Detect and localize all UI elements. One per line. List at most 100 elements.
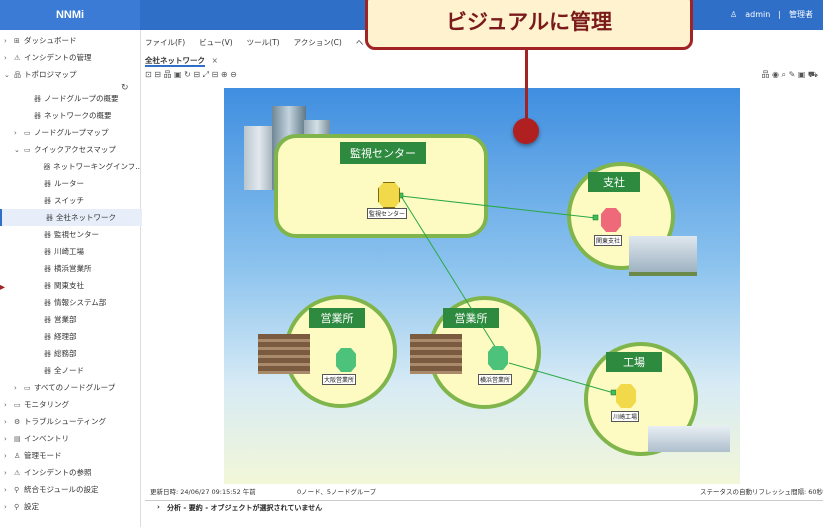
- analysis-pane[interactable]: › 分析 - 要約 - オブジェクトが選択されていません: [145, 500, 823, 515]
- sidebar-item[interactable]: 器全ノード: [0, 362, 140, 379]
- chevron-icon[interactable]: ›: [14, 129, 24, 137]
- sidebar-item[interactable]: › ▤ インベントリ: [0, 430, 140, 447]
- item-icon: 器: [44, 179, 51, 188]
- node-yokohama[interactable]: [488, 346, 508, 370]
- sidebar-item[interactable]: 器総務部: [0, 345, 140, 362]
- item-icon: 器: [43, 162, 51, 171]
- sidebar-item-label: ネットワーキングインフ..: [53, 162, 140, 171]
- sidebar-item-label: インベントリ: [24, 434, 69, 443]
- menu-action[interactable]: アクション(C): [294, 37, 342, 51]
- link-center-yokohama: [400, 195, 500, 354]
- sidebar-item[interactable]: 器営業部: [0, 311, 140, 328]
- role-label[interactable]: 管理者: [789, 9, 813, 20]
- sidebar-item-label: 経理部: [54, 332, 77, 341]
- chevron-icon[interactable]: ⌄: [14, 146, 24, 154]
- chevron-icon[interactable]: ›: [4, 503, 14, 511]
- sidebar-item[interactable]: › ▭ すべてのノードグループ: [0, 379, 140, 396]
- sidebar-item[interactable]: › ▭ モニタリング: [0, 396, 140, 413]
- chevron-icon[interactable]: ›: [4, 435, 14, 443]
- item-icon: ⚠: [14, 468, 21, 477]
- item-icon: 器: [46, 213, 53, 222]
- brand-logo: NNMi: [0, 0, 140, 30]
- item-icon: 器: [44, 366, 51, 375]
- sidebar-item[interactable]: ⌄ ▭ クイックアクセスマップ: [0, 141, 140, 158]
- topology-map-canvas[interactable]: 監視センター 支社 営業所 営業所 工場 監視センター 関東支社 大阪営業所 横…: [224, 88, 740, 484]
- tab-close-icon[interactable]: ×: [212, 56, 218, 65]
- sidebar-item-label: 川崎工場: [54, 247, 84, 256]
- sidebar-item-label: トポロジマップ: [24, 70, 77, 79]
- item-icon: 器: [44, 298, 51, 307]
- item-icon: 器: [44, 247, 51, 256]
- item-icon: 器: [44, 281, 51, 290]
- sidebar-item[interactable]: 器全社ネットワーク: [0, 209, 142, 226]
- sidebar-item-label: インシデントの管理: [24, 53, 92, 62]
- sidebar-item-label: 設定: [24, 502, 39, 511]
- sidebar-item-label: ネットワークの概要: [44, 111, 112, 120]
- tab-network[interactable]: 全社ネットワーク ×: [145, 55, 218, 67]
- sidebar-item[interactable]: › ⊞ ダッシュボード: [0, 32, 140, 49]
- menu-view[interactable]: ビュー(V): [199, 37, 232, 51]
- sidebar-item[interactable]: 器情報システム部: [0, 294, 140, 311]
- chevron-icon[interactable]: ›: [4, 418, 14, 426]
- callout-dot: [513, 118, 539, 144]
- menu-file[interactable]: ファイル(F): [145, 37, 185, 51]
- user-name[interactable]: admin: [745, 10, 770, 19]
- menu-bar: ファイル(F) ビュー(V) ツール(T) アクション(C) ヘ: [145, 37, 363, 51]
- sidebar-item-label: 監視センター: [54, 230, 99, 239]
- sidebar-item[interactable]: 器スイッチ: [0, 192, 140, 209]
- sidebar-item[interactable]: ⌄ 品トポロジマップ: [0, 66, 140, 83]
- node-osaka[interactable]: [336, 348, 356, 372]
- menu-tools[interactable]: ツール(T): [247, 37, 280, 51]
- sidebar-item[interactable]: 器ノードグループの概要: [0, 90, 140, 107]
- chevron-icon[interactable]: ›: [4, 452, 14, 460]
- item-icon: ▭: [24, 145, 31, 154]
- sidebar-item[interactable]: 器経理部: [0, 328, 140, 345]
- item-icon: 器: [34, 94, 41, 103]
- node-branch[interactable]: [601, 208, 621, 232]
- sidebar-item-label: モニタリング: [24, 400, 69, 409]
- chevron-icon[interactable]: ›: [4, 469, 14, 477]
- item-icon: 器: [44, 315, 51, 324]
- sidebar-item-label: トラブルシューティング: [24, 417, 107, 426]
- menu-help[interactable]: ヘ: [356, 37, 364, 51]
- sidebar-item[interactable]: › ♙ 管理モード: [0, 447, 140, 464]
- map-toolbar-right[interactable]: 品 ◉ ⌕ ✎ ▣ ⛟: [761, 69, 818, 80]
- branch-building-image: [629, 236, 697, 276]
- sidebar-item[interactable]: › ⚲ 統合モジュールの設定: [0, 481, 140, 498]
- sidebar-item[interactable]: › ⚠ インシデントの参照: [0, 464, 140, 481]
- chevron-icon[interactable]: ›: [4, 486, 14, 494]
- sidebar-item-label: 管理モード: [24, 451, 62, 460]
- node-center[interactable]: [378, 182, 400, 208]
- node-kawasaki[interactable]: [616, 384, 636, 408]
- chevron-icon[interactable]: ›: [14, 384, 24, 392]
- item-icon: ⚲: [14, 502, 20, 511]
- chevron-icon[interactable]: ›: [4, 54, 14, 62]
- chevron-icon[interactable]: ›: [4, 37, 14, 45]
- sidebar-item[interactable]: 器ルーター: [0, 175, 140, 192]
- sidebar-item[interactable]: 器川崎工場: [0, 243, 140, 260]
- sidebar-item[interactable]: 器横浜営業所: [0, 260, 140, 277]
- map-toolbar[interactable]: ⊡ ⊟ 品 ▣ ↻ ⊟ ⤢ ⊟ ⊕ ⊖: [145, 69, 237, 81]
- sidebar-item[interactable]: › ⚙ トラブルシューティング: [0, 413, 140, 430]
- sidebar-item[interactable]: 器ネットワークの概要: [0, 107, 140, 124]
- analysis-chevron-icon[interactable]: ›: [157, 503, 160, 511]
- sidebar-item[interactable]: › ▭ ノードグループマップ: [0, 124, 140, 141]
- status-updated: 更新日時: 24/06/27 09:15:52 午前: [150, 488, 256, 496]
- sidebar-item[interactable]: › ⚠ インシデントの管理: [0, 49, 140, 66]
- item-icon: ⊞: [14, 36, 20, 45]
- item-icon: ⚙: [14, 417, 21, 426]
- sidebar-item[interactable]: › ⚲ 設定: [0, 498, 140, 515]
- item-icon: ▭: [24, 128, 31, 137]
- link-yokohama-kawasaki: [508, 362, 615, 394]
- sidebar-item-label: ルーター: [54, 179, 84, 188]
- sidebar-item-label: 統合モジュールの設定: [24, 485, 99, 494]
- item-icon: ▭: [24, 383, 31, 392]
- sidebar-item-label: すべてのノードグループ: [34, 383, 116, 392]
- chevron-icon[interactable]: ⌄: [4, 71, 14, 79]
- item-icon: ♙: [14, 451, 21, 460]
- sidebar-item[interactable]: 器ネットワーキングインフ..: [0, 158, 140, 175]
- sidebar-item[interactable]: 器監視センター: [0, 226, 140, 243]
- sidebar-item[interactable]: 器関東支社: [0, 277, 140, 294]
- tab-label[interactable]: 全社ネットワーク: [145, 56, 205, 67]
- chevron-icon[interactable]: ›: [4, 401, 14, 409]
